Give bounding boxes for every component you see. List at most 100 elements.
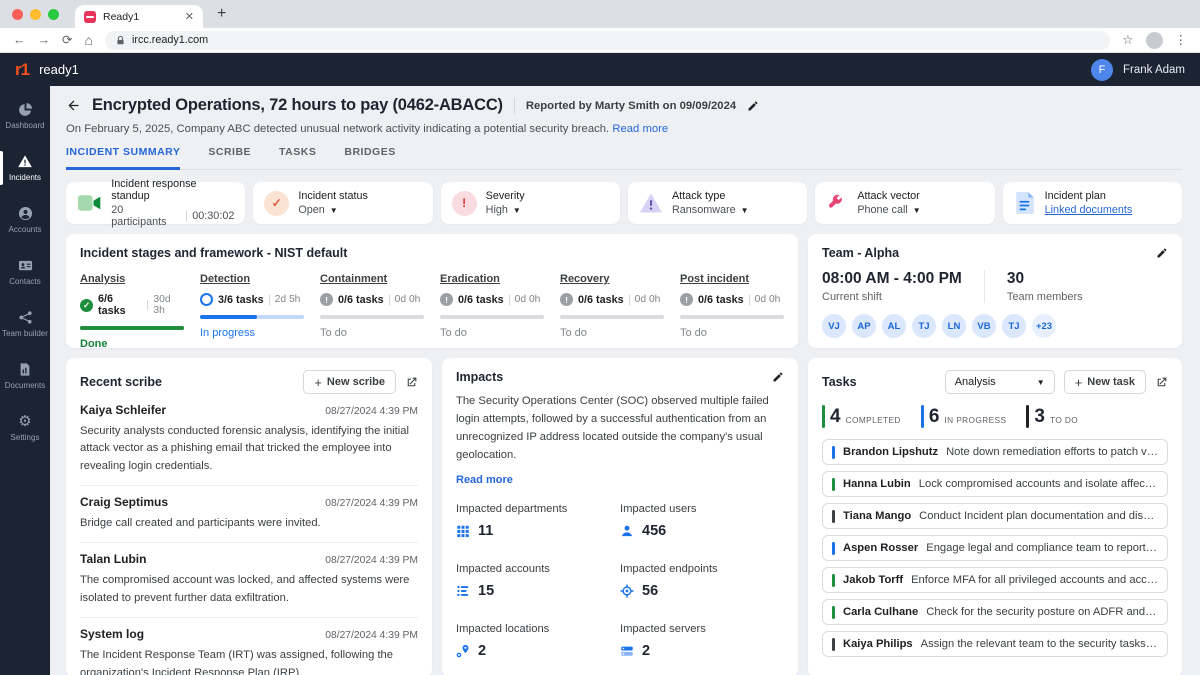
open-scribe-external-icon[interactable] — [405, 376, 418, 389]
impacts-read-more-link[interactable]: Read more — [456, 474, 513, 486]
stage-name[interactable]: Eradication — [440, 273, 544, 285]
avatar[interactable]: TJ — [1002, 314, 1026, 338]
avatar[interactable]: AP — [852, 314, 876, 338]
avatar[interactable]: LN — [942, 314, 966, 338]
card-severity[interactable]: ! Severity High ▼ — [440, 182, 620, 224]
scribe-entry[interactable]: Craig Septimus 08/27/2024 4:39 PM Bridge … — [80, 486, 418, 544]
back-nav-icon[interactable]: ← — [13, 34, 26, 47]
sidebar-label: Incidents — [8, 173, 42, 182]
forward-nav-icon[interactable]: → — [38, 34, 51, 47]
sidebar-item-accounts[interactable]: Accounts — [0, 194, 50, 246]
browser-menu-icon[interactable]: ⋮ — [1175, 34, 1188, 47]
stage-name[interactable]: Containment — [320, 273, 424, 285]
plus-icon: + — [314, 374, 322, 390]
stage-detection[interactable]: Detection 3/6 tasks 2d 5h In progress — [200, 273, 304, 348]
card-incident-status[interactable]: ✓ Incident status Open ▼ — [253, 182, 433, 224]
tab-scribe[interactable]: SCRIBE — [208, 146, 251, 169]
task-row[interactable]: Aspen Rosser Engage legal and compliance… — [822, 535, 1168, 561]
team-avatars: VJ AP AL TJ LN VB TJ +23 — [822, 314, 1168, 338]
task-row[interactable]: Kaiya Philips Assign the relevant team t… — [822, 631, 1168, 657]
chevron-down-icon[interactable]: ▼ — [741, 206, 749, 215]
stage-recovery[interactable]: Recovery ! 0/6 tasks 0d 0h To do — [560, 273, 664, 348]
task-row[interactable]: Brandon Lipshutz Note down remediation e… — [822, 439, 1168, 465]
open-tasks-external-icon[interactable] — [1155, 376, 1168, 389]
new-task-button[interactable]: + New task — [1063, 370, 1146, 394]
avatar[interactable]: TJ — [912, 314, 936, 338]
tasks-filter-select[interactable]: Analysis ▼ — [944, 370, 1055, 394]
edit-impacts-icon[interactable] — [772, 371, 784, 383]
scribe-entry[interactable]: Kaiya Schleifer 08/27/2024 4:39 PM Securi… — [80, 394, 418, 487]
stage-containment[interactable]: Containment ! 0/6 tasks 0d 0h To do — [320, 273, 424, 348]
card-incident-plan[interactable]: Incident plan Linked documents — [1002, 182, 1182, 224]
card-attack-type[interactable]: Attack type Ransomware ▼ — [627, 182, 808, 224]
edit-incident-icon[interactable] — [747, 100, 759, 112]
chevron-down-icon[interactable]: ▼ — [913, 206, 921, 215]
chevron-down-icon[interactable]: ▼ — [513, 206, 521, 215]
tab-tasks[interactable]: TASKS — [279, 146, 316, 169]
app-header: r1 ready1 F Frank Adam — [0, 53, 1200, 86]
chevron-down-icon[interactable]: ▼ — [330, 206, 338, 215]
avatar[interactable]: VJ — [822, 314, 846, 338]
task-row[interactable]: Carla Culhane Check for the security pos… — [822, 599, 1168, 625]
scribe-author: Talan Lubin — [80, 552, 147, 567]
stage-eradication[interactable]: Eradication ! 0/6 tasks 0d 0h To do — [440, 273, 544, 348]
stage-status-text: To do — [560, 327, 587, 339]
new-scribe-button[interactable]: + New scribe — [303, 370, 396, 394]
stage-post-incident[interactable]: Post incident ! 0/6 tasks 0d 0h To do — [680, 273, 784, 348]
participants-count: 20 participants — [111, 204, 167, 229]
browser-profile-avatar[interactable] — [1145, 31, 1163, 49]
sidebar-item-dashboard[interactable]: Dashboard — [0, 90, 50, 142]
sidebar-item-settings[interactable]: ⚙ Settings — [0, 402, 50, 454]
bookmark-star-icon[interactable]: ☆ — [1122, 34, 1133, 47]
description-read-more-link[interactable]: Read more — [612, 123, 668, 135]
stage-time: 0d 0h — [754, 294, 781, 305]
edit-team-icon[interactable] — [1156, 247, 1168, 259]
status-cards-row: Incident response standup 20 participant… — [66, 178, 1182, 228]
reload-icon[interactable]: ⟳ — [62, 34, 72, 47]
tab-close-icon[interactable]: ✕ — [185, 10, 194, 23]
task-text: Enforce MFA for all privileged accounts … — [911, 574, 1158, 586]
close-window-button[interactable] — [12, 8, 23, 20]
task-row[interactable]: Hanna Lubin Lock compromised accounts an… — [822, 471, 1168, 497]
new-tab-button[interactable]: + — [217, 5, 226, 23]
avatar-more-count[interactable]: +23 — [1032, 314, 1056, 338]
maximize-window-button[interactable] — [48, 8, 59, 20]
scribe-entry[interactable]: System log 08/27/2024 4:39 PM The Inciden… — [80, 618, 418, 675]
linked-documents-link[interactable]: Linked documents — [1045, 204, 1133, 216]
scribe-entry[interactable]: Talan Lubin 08/27/2024 4:39 PM The compro… — [80, 543, 418, 619]
sidebar-item-team-builder[interactable]: Team builder — [0, 298, 50, 350]
card-incident-response-standup[interactable]: Incident response standup 20 participant… — [66, 178, 246, 228]
user-name: Frank Adam — [1123, 63, 1185, 76]
stage-name[interactable]: Post incident — [680, 273, 784, 285]
window-controls[interactable] — [12, 8, 59, 20]
tab-bridges[interactable]: BRIDGES — [344, 146, 395, 169]
avatar[interactable]: VB — [972, 314, 996, 338]
stage-status-text: To do — [680, 327, 707, 339]
stage-progress-bar — [320, 315, 424, 319]
browser-tab[interactable]: Ready1 ✕ — [75, 5, 203, 28]
sidebar-item-contacts[interactable]: Contacts — [0, 246, 50, 298]
current-shift-time: 08:00 AM - 4:00 PM — [822, 270, 962, 287]
stage-name[interactable]: Recovery — [560, 273, 664, 285]
stage-analysis[interactable]: Analysis ✓ 6/6 tasks 30d 3h Done — [80, 273, 184, 348]
sidebar-item-documents[interactable]: Documents — [0, 350, 50, 402]
card-attack-vector[interactable]: Attack vector Phone call ▼ — [815, 182, 995, 224]
metric-label: Impacted endpoints — [620, 562, 718, 575]
task-row[interactable]: Tiana Mango Conduct Incident plan docume… — [822, 503, 1168, 529]
user-avatar[interactable]: F — [1091, 58, 1113, 81]
scribe-author: Kaiya Schleifer — [80, 403, 167, 417]
attack-type-value: Ransomware — [671, 204, 736, 217]
minimize-window-button[interactable] — [30, 8, 41, 20]
stage-name[interactable]: Detection — [200, 273, 304, 285]
tab-incident-summary[interactable]: INCIDENT SUMMARY — [66, 146, 181, 170]
home-icon[interactable]: ⌂ — [84, 33, 92, 47]
sidebar-item-incidents[interactable]: Incidents — [0, 142, 50, 194]
back-arrow-icon[interactable] — [66, 98, 81, 113]
avatar[interactable]: AL — [882, 314, 906, 338]
stage-name[interactable]: Analysis — [80, 273, 184, 285]
accounts-list-icon — [457, 585, 469, 596]
address-bar[interactable]: ircc.ready1.com — [104, 30, 1111, 50]
main-content: Encrypted Operations, 72 hours to pay (0… — [50, 86, 1200, 675]
task-row[interactable]: Jakob Torff Enforce MFA for all privileg… — [822, 567, 1168, 593]
scribe-timestamp: 08/27/2024 4:39 PM — [325, 498, 418, 510]
